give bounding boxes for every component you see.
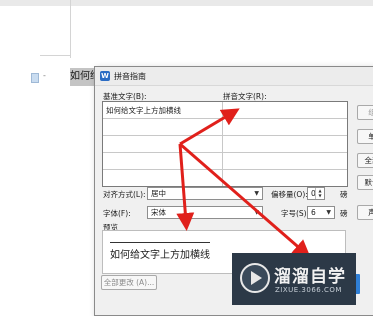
- arrow-to-ruby-field: [179, 108, 240, 146]
- arrow-to-preview: [176, 143, 195, 231]
- arrow-to-ok-button: [179, 142, 311, 258]
- watermark-title: 溜溜自学: [274, 267, 346, 287]
- watermark-subtitle: ZIXUE.3066.COM: [275, 286, 342, 294]
- play-logo-icon: [240, 263, 270, 293]
